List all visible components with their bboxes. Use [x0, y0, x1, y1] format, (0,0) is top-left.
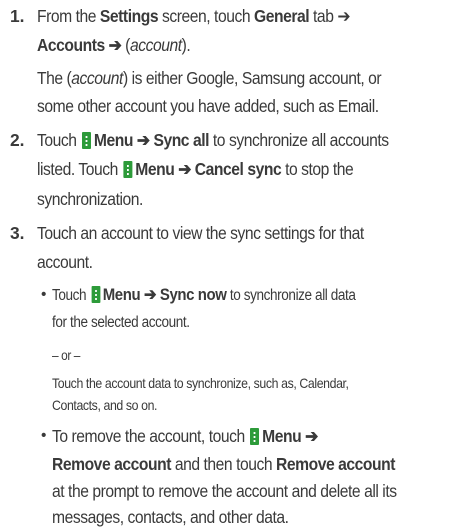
- or-separator: – or –: [52, 348, 81, 363]
- text: Touch: [52, 287, 90, 304]
- text: The (: [37, 68, 72, 88]
- menu-sync-now-label: Menu ➔ Sync now: [102, 285, 227, 304]
- menu-sync-all-label: Menu ➔ Sync all: [93, 130, 210, 150]
- step-text: Touch Menu ➔ Sync all to synchronize all…: [37, 130, 389, 150]
- remove-account-label: Remove account: [52, 454, 171, 474]
- alt-text: Touch the account data to synchronize, s…: [52, 375, 349, 391]
- step-note: some other account you have added, such …: [37, 96, 379, 116]
- menu-icon: [123, 161, 133, 178]
- text: to stop the: [281, 159, 354, 179]
- menu-icon: [91, 286, 101, 303]
- step-text: From the Settings screen, touch General …: [37, 6, 350, 26]
- bullet-marker: •: [41, 286, 47, 303]
- bullet-text: To remove the account, touch Menu ➔: [52, 426, 318, 446]
- accounts-label: Accounts ➔: [37, 35, 126, 55]
- step-note: The (account) is either Google, Samsung …: [37, 68, 382, 88]
- text: tab ➔: [309, 6, 351, 26]
- account-placeholder: account: [129, 35, 182, 55]
- menu-cancel-sync-label: Menu ➔ Cancel sync: [135, 159, 282, 179]
- general-tab-label: General: [253, 6, 310, 26]
- step-number: 3.: [10, 223, 25, 243]
- bullet-text: for the selected account.: [52, 314, 190, 331]
- bullet-text: Touch Menu ➔ Sync now to synchronize all…: [52, 285, 356, 306]
- menu-label: Menu ➔: [262, 426, 318, 446]
- text: Touch: [37, 130, 81, 150]
- text: to synchronize all accounts: [209, 130, 389, 150]
- step-text: synchronization.: [37, 189, 143, 209]
- step-text: Accounts ➔ (account).: [37, 35, 191, 55]
- bullet-marker: •: [41, 427, 47, 444]
- bullet-text: at the prompt to remove the account and …: [52, 481, 397, 501]
- step-number: 1.: [10, 6, 25, 26]
- bullet-text: messages, contacts, and other data.: [52, 507, 289, 527]
- bullet-text: Remove account and then touch Remove acc…: [52, 454, 395, 474]
- text: From the: [37, 6, 100, 26]
- text: To remove the account, touch: [52, 426, 249, 446]
- step-text: listed. Touch Menu ➔ Cancel sync to stop…: [37, 159, 354, 179]
- alt-text: Contacts, and so on.: [52, 397, 158, 413]
- step-text: Touch an account to view the sync settin…: [37, 223, 364, 243]
- text: ) is either Google, Samsung account, or: [122, 68, 382, 88]
- step-number: 2.: [10, 130, 25, 150]
- menu-icon: [82, 132, 92, 149]
- account-placeholder: account: [71, 68, 123, 88]
- remove-account-label: Remove account: [276, 454, 395, 474]
- text: to synchronize all data: [226, 287, 356, 304]
- step-text: account.: [37, 252, 93, 272]
- settings-label: Settings: [99, 6, 159, 26]
- menu-icon: [250, 428, 260, 445]
- text: and then touch: [170, 454, 277, 474]
- text: screen, touch: [158, 6, 254, 26]
- text: listed. Touch: [37, 159, 122, 179]
- text: ).: [181, 35, 191, 55]
